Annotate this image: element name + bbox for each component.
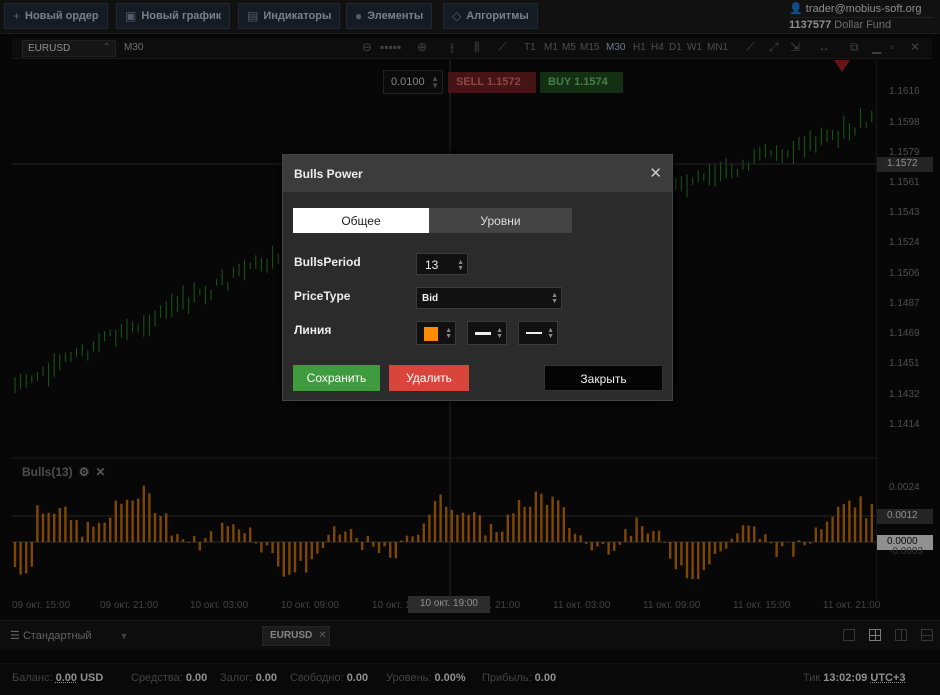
tab-levels[interactable]: Уровни (429, 208, 572, 233)
select-arrows-icon: ▲ ▼ (496, 327, 503, 340)
pricetype-select[interactable]: Bid ▲ ▼ (416, 287, 562, 309)
dialog-header: Bulls Power ✕ (283, 155, 672, 193)
line-label: Линия (294, 323, 332, 337)
color-swatch (424, 327, 438, 341)
line-width-glyph (475, 332, 491, 335)
period-label: BullsPeriod (294, 255, 361, 269)
line-style-glyph (526, 332, 542, 334)
pricetype-value: Bid (422, 293, 439, 304)
select-arrows-icon: ▲ ▼ (547, 327, 554, 340)
indicator-settings-dialog: Bulls Power ✕ Общее Уровни BullsPeriod 1… (282, 154, 673, 401)
dialog-title: Bulls Power (294, 167, 363, 181)
line-style-select[interactable]: ▲ ▼ (518, 321, 558, 345)
line-color-picker[interactable]: ▲ ▼ (416, 321, 456, 345)
period-value: 13 (425, 258, 439, 272)
pricetype-label: PriceType (294, 289, 351, 303)
tab-general[interactable]: Общее (293, 208, 429, 233)
delete-button[interactable]: Удалить (389, 365, 469, 391)
close-button[interactable]: Закрыть (544, 365, 663, 391)
dialog-tabs: Общее Уровни (293, 208, 572, 233)
period-stepper[interactable]: 13 ▲ ▼ (416, 253, 468, 275)
line-width-select[interactable]: ▲ ▼ (467, 321, 507, 345)
spinner-arrows-icon[interactable]: ▲ ▼ (457, 259, 464, 272)
close-icon[interactable]: ✕ (649, 164, 662, 182)
select-arrows-icon: ▲ ▼ (551, 292, 558, 305)
save-button[interactable]: Сохранить (293, 365, 380, 391)
select-arrows-icon: ▲ ▼ (445, 327, 452, 340)
